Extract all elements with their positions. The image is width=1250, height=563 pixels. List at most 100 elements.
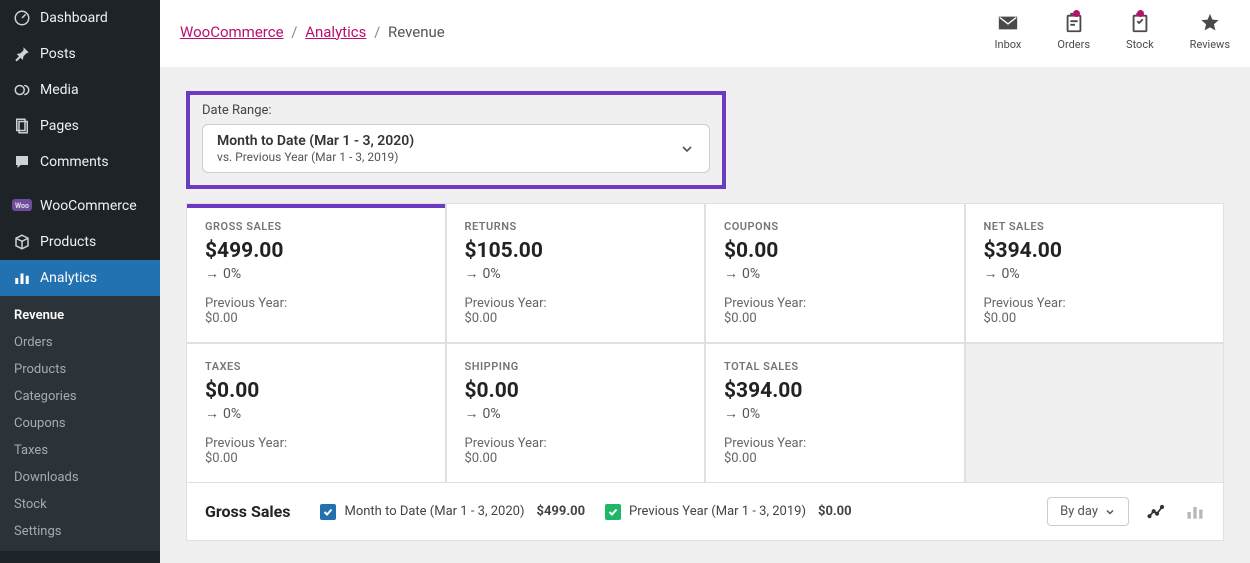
legend-label: Month to Date (Mar 1 - 3, 2020) [344,504,524,519]
daterange-dropdown[interactable]: Month to Date (Mar 1 - 3, 2020) vs. Prev… [202,124,710,173]
card-prev-value: $0.00 [984,311,1206,326]
card-taxes[interactable]: TAXES $0.00 →0% Previous Year: $0.00 [187,344,445,482]
card-gross-sales[interactable]: GROSS SALES $499.00 →0% Previous Year: $… [187,204,445,342]
sidebar-item-media[interactable]: Media [0,72,160,108]
top-action-label: Inbox [995,38,1022,51]
box-icon [12,232,32,252]
card-title: RETURNS [465,220,687,233]
submenu-item-downloads[interactable]: Downloads [0,464,160,491]
content-area: Date Range: Month to Date (Mar 1 - 3, 20… [160,67,1250,563]
checkbox-checked-icon [320,504,336,520]
card-delta: →0% [724,405,946,422]
card-prev-value: $0.00 [724,311,946,326]
interval-label: By day [1060,504,1098,519]
card-prev-value: $0.00 [205,311,427,326]
sidebar-item-comments[interactable]: Comments [0,144,160,180]
submenu-item-orders[interactable]: Orders [0,329,160,356]
sidebar-item-woocommerce[interactable]: Woo WooCommerce [0,188,160,224]
arrow-right-icon: → [205,405,219,422]
chart-header: Gross Sales Month to Date (Mar 1 - 3, 20… [186,483,1224,541]
notification-dot [1137,10,1144,17]
card-delta: →0% [465,405,687,422]
card-title: GROSS SALES [205,220,427,233]
card-prev-value: $0.00 [205,451,427,466]
sidebar-item-pages[interactable]: Pages [0,108,160,144]
card-prev-value: $0.00 [465,311,687,326]
card-coupons[interactable]: COUPONS $0.00 →0% Previous Year: $0.00 [706,204,964,342]
analytics-submenu: Revenue Orders Products Categories Coupo… [0,296,160,551]
breadcrumb-analytics[interactable]: Analytics [305,23,366,41]
card-total-sales[interactable]: TOTAL SALES $394.00 →0% Previous Year: $… [706,344,964,482]
card-title: COUPONS [724,220,946,233]
main-content: WooCommerce / Analytics / Revenue Inbox … [160,0,1250,563]
card-value: $394.00 [724,379,946,403]
submenu-item-products[interactable]: Products [0,356,160,383]
arrow-right-icon: → [205,265,219,282]
submenu-item-settings[interactable]: Settings [0,518,160,545]
line-chart-view-button[interactable] [1147,502,1167,522]
sidebar-item-analytics[interactable]: Analytics [0,260,160,296]
card-empty [966,344,1224,482]
card-net-sales[interactable]: NET SALES $394.00 →0% Previous Year: $0.… [966,204,1224,342]
card-prev-label: Previous Year: [465,296,687,311]
card-value: $0.00 [205,379,427,403]
card-value: $0.00 [465,379,687,403]
arrow-right-icon: → [465,405,479,422]
notification-dot [1073,10,1080,17]
submenu-item-categories[interactable]: Categories [0,383,160,410]
media-icon [12,80,32,100]
daterange-sub-text: vs. Previous Year (Mar 1 - 3, 2019) [217,150,414,164]
card-prev-label: Previous Year: [205,296,427,311]
breadcrumb-current: Revenue [388,23,445,41]
card-value: $105.00 [465,239,687,263]
card-value: $394.00 [984,239,1206,263]
legend-value: $0.00 [818,504,852,519]
card-shipping[interactable]: SHIPPING $0.00 →0% Previous Year: $0.00 [447,344,705,482]
submenu-item-coupons[interactable]: Coupons [0,410,160,437]
sidebar-item-label: Posts [40,46,148,62]
chart-title: Gross Sales [205,502,290,521]
card-prev-label: Previous Year: [724,436,946,451]
breadcrumb-sep: / [374,23,380,41]
arrow-right-icon: → [724,405,738,422]
card-prev-value: $0.00 [465,451,687,466]
daterange-main-text: Month to Date (Mar 1 - 3, 2020) [217,133,414,149]
sidebar-item-dashboard[interactable]: Dashboard [0,0,160,36]
sidebar-item-label: Analytics [40,270,148,286]
top-action-reviews[interactable]: Reviews [1190,12,1230,51]
arrow-right-icon: → [724,265,738,282]
card-returns[interactable]: RETURNS $105.00 →0% Previous Year: $0.00 [447,204,705,342]
top-action-inbox[interactable]: Inbox [995,12,1022,51]
card-title: TOTAL SALES [724,360,946,373]
submenu-item-revenue[interactable]: Revenue [0,302,160,329]
comment-icon [12,152,32,172]
sidebar-item-products[interactable]: Products [0,224,160,260]
submenu-item-stock[interactable]: Stock [0,491,160,518]
legend-secondary[interactable]: Previous Year (Mar 1 - 3, 2019) $0.00 [605,504,852,520]
checkbox-checked-icon [605,504,621,520]
chart-icon [12,268,32,288]
bar-chart-view-button[interactable] [1185,502,1205,522]
card-prev-value: $0.00 [724,451,946,466]
daterange-label: Date Range: [202,103,710,118]
arrow-right-icon: → [465,265,479,282]
sidebar-item-posts[interactable]: Posts [0,36,160,72]
chevron-down-icon [1104,506,1116,518]
top-action-orders[interactable]: Orders [1057,12,1090,51]
daterange-highlight-box: Date Range: Month to Date (Mar 1 - 3, 20… [186,91,726,189]
topbar: WooCommerce / Analytics / Revenue Inbox … [160,0,1250,67]
svg-text:Woo: Woo [15,202,29,210]
card-value: $0.00 [724,239,946,263]
woo-icon: Woo [12,196,32,216]
card-value: $499.00 [205,239,427,263]
interval-dropdown[interactable]: By day [1047,497,1129,526]
legend-value: $499.00 [537,504,586,519]
arrow-right-icon: → [984,265,998,282]
legend-primary[interactable]: Month to Date (Mar 1 - 3, 2020) $499.00 [320,504,585,520]
star-icon [1199,12,1221,34]
breadcrumb-woocommerce[interactable]: WooCommerce [180,23,284,41]
top-action-stock[interactable]: Stock [1126,12,1154,51]
sidebar-item-label: Pages [40,118,148,134]
submenu-item-taxes[interactable]: Taxes [0,437,160,464]
sidebar-item-label: Dashboard [40,10,148,26]
